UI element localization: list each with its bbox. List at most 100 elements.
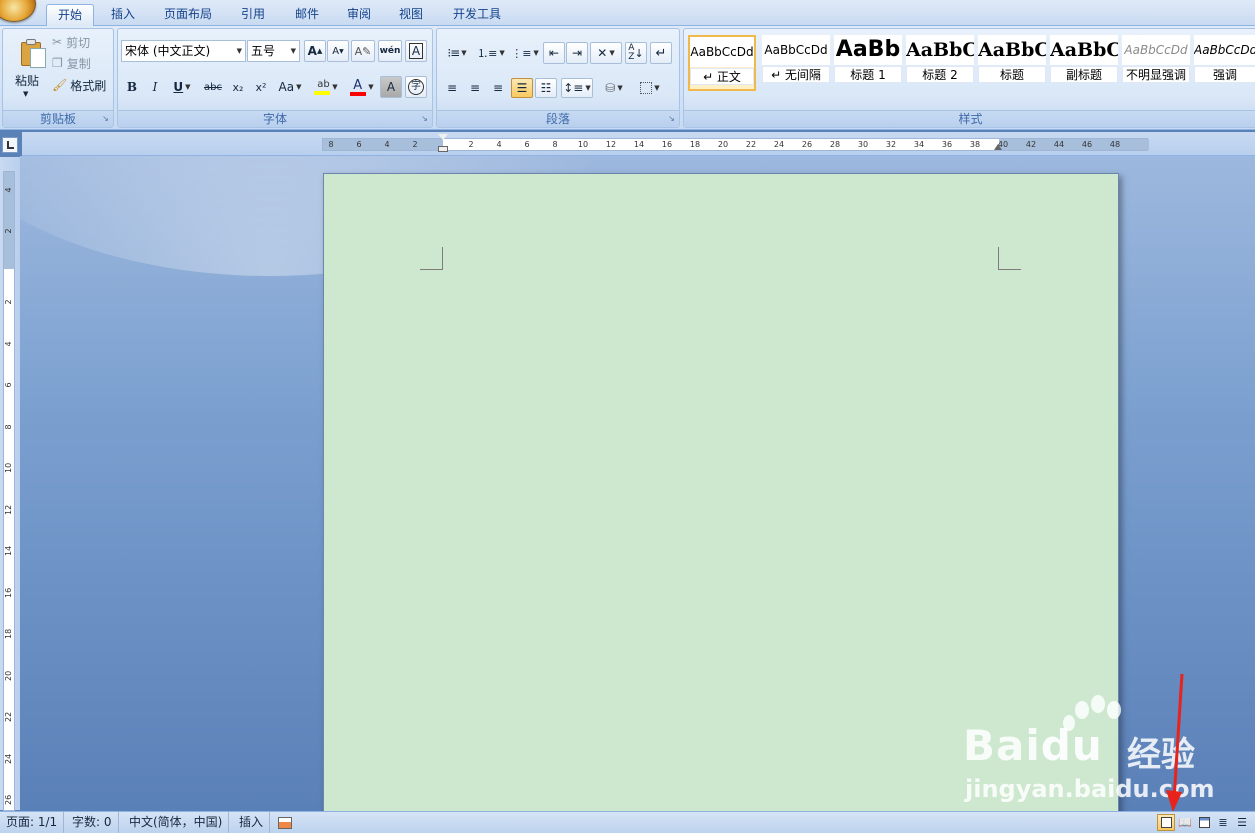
style-heading-2[interactable]: AaBbC 标题 2 — [906, 35, 974, 91]
tab-stop-selector[interactable] — [2, 137, 18, 153]
justify-button[interactable]: ☰ — [511, 78, 533, 98]
draft-view-button[interactable]: ☰ — [1233, 814, 1251, 831]
sort-button[interactable]: A Z ↓ — [625, 42, 647, 64]
ruler-tick-label: 34 — [913, 140, 925, 149]
phonetic-guide-button[interactable]: wén — [378, 40, 402, 62]
style-name: 强调 — [1194, 66, 1255, 83]
align-right-icon: ≡ — [492, 81, 504, 95]
right-indent-marker[interactable] — [994, 144, 1002, 150]
font-launcher-icon[interactable]: ↘ — [420, 115, 429, 124]
ruler-tick-label: 2 — [4, 299, 13, 305]
line-spacing-button[interactable]: ↕≡ ▼ — [561, 78, 593, 98]
paint-bucket-icon: ⛁ — [605, 81, 616, 95]
ruler-tick-label: 8 — [4, 423, 13, 430]
highlight-button[interactable]: ab ▼ — [308, 76, 344, 98]
style-sample: AaBb — [834, 35, 902, 65]
status-insert-mode[interactable]: 插入 — [233, 812, 271, 833]
change-case-button[interactable]: Aa ▼ — [274, 76, 306, 98]
indent-marker[interactable] — [438, 134, 448, 155]
increase-indent-button[interactable]: ⇥ — [566, 42, 588, 64]
align-left-button[interactable]: ≡ — [441, 78, 463, 98]
ruler-tick-label: 36 — [941, 140, 953, 149]
format-painter-button[interactable]: 🖌 格式刷 — [51, 76, 113, 94]
font-name-combo[interactable]: 宋体 (中文正文) ▼ — [121, 40, 246, 62]
paste-button[interactable]: 粘贴 ▼ — [7, 31, 49, 103]
enclose-char-button[interactable]: 字 — [405, 76, 427, 98]
style-subtle-emphasis[interactable]: AaBbCcDd 不明显强调 — [1122, 35, 1190, 91]
align-center-button[interactable]: ≡ — [464, 78, 486, 98]
char-border-button[interactable]: A — [405, 40, 427, 62]
clear-format-button[interactable]: A✎ — [351, 40, 375, 62]
style-sample: AaBbCcDd — [690, 37, 754, 67]
style-heading-1[interactable]: AaBb 标题 1 — [834, 35, 902, 91]
paragraph-launcher-icon[interactable]: ↘ — [667, 115, 676, 124]
bullets-button[interactable]: ⁝≡ ▼ — [441, 42, 473, 64]
tab-mailings[interactable]: 邮件 — [284, 4, 330, 26]
tab-home[interactable]: 开始 — [46, 4, 94, 26]
decrease-indent-button[interactable]: ⇤ — [543, 42, 565, 64]
ruler-tick-label: 14 — [4, 545, 13, 556]
copy-button[interactable]: ❐ 复制 — [51, 54, 109, 72]
style-name: ↵ 正文 — [690, 68, 754, 85]
font-color-button[interactable]: A ▼ — [346, 76, 378, 98]
superscript-button[interactable]: x² — [250, 76, 272, 98]
tab-page-layout[interactable]: 页面布局 — [154, 4, 222, 26]
style-normal[interactable]: AaBbCcDd ↵ 正文 — [688, 35, 756, 91]
ruler-strip: 4 2 2 4 6 8 10 12 14 16 18 20 22 24 26 — [3, 171, 15, 811]
underline-button[interactable]: U ▼ — [167, 76, 197, 98]
clipboard-group-label: 剪贴板 — [3, 110, 113, 127]
chinese-layout-button[interactable]: ✕ ▼ — [590, 42, 622, 64]
distributed-button[interactable]: ☷ — [535, 78, 557, 98]
char-shading-button[interactable]: A — [380, 76, 402, 98]
tab-developer[interactable]: 开发工具 — [442, 4, 512, 26]
ruler-tick-label: 32 — [885, 140, 897, 149]
ruler-tick-label: 16 — [661, 140, 673, 149]
print-layout-view-button[interactable] — [1157, 814, 1175, 831]
ruler-tick-label: 2 — [4, 228, 13, 234]
tab-view[interactable]: 视图 — [388, 4, 434, 26]
numbering-button[interactable]: ⒈≡ ▼ — [475, 42, 507, 64]
italic-button[interactable]: I — [144, 76, 166, 98]
subscript-button[interactable]: x₂ — [227, 76, 249, 98]
tab-insert[interactable]: 插入 — [100, 4, 146, 26]
web-layout-view-button[interactable] — [1195, 814, 1213, 831]
horizontal-ruler[interactable]: 8 6 4 2 2 4 6 8 10 12 14 16 18 20 22 24 26 28 30 32 34 36 38 40… — [22, 132, 1255, 156]
strikethrough-button[interactable]: abc — [200, 76, 226, 98]
bold-button[interactable]: B — [121, 76, 143, 98]
borders-button[interactable]: ▼ — [633, 78, 667, 98]
tab-review[interactable]: 审阅 — [336, 4, 382, 26]
show-marks-button[interactable]: ↵ — [650, 42, 672, 64]
print-layout-icon — [1160, 817, 1172, 828]
numbered-list-icon: ⒈≡ — [477, 47, 498, 60]
status-language[interactable]: 中文(简体，中国) — [123, 812, 230, 833]
macro-record-button[interactable] — [272, 812, 298, 833]
cut-button[interactable]: ✂ 剪切 — [51, 33, 109, 51]
align-right-button[interactable]: ≡ — [487, 78, 509, 98]
clipboard-launcher-icon[interactable]: ↘ — [101, 115, 110, 124]
style-title[interactable]: AaBbC 标题 — [978, 35, 1046, 91]
ruler-strip: 8 6 4 2 2 4 6 8 10 12 14 16 18 20 22 24 26 28 30 32 34 36 38 40… — [322, 134, 1149, 152]
margin-corner-mark — [998, 247, 1021, 270]
shading-button[interactable]: ⛁ ▼ — [597, 78, 631, 98]
status-page[interactable]: 页面: 1/1 — [0, 812, 65, 833]
ruler-tick-label: 18 — [689, 140, 701, 149]
shrink-font-button[interactable]: A ▼ — [327, 40, 349, 62]
ruler-tick-label: 12 — [4, 504, 13, 515]
style-emphasis[interactable]: AaBbCcDd 强调 — [1194, 35, 1255, 91]
grow-font-button[interactable]: A ▲ — [304, 40, 326, 62]
full-screen-reading-view-button[interactable]: 📖 — [1176, 814, 1194, 831]
ruler-tick-label: 30 — [857, 140, 869, 149]
chinese-layout-icon: ✕ — [597, 46, 608, 60]
status-word-count[interactable]: 字数: 0 — [66, 812, 119, 833]
office-button[interactable] — [0, 0, 36, 22]
style-no-spacing[interactable]: AaBbCcDd ↵ 无间隔 — [762, 35, 830, 91]
multilevel-list-button[interactable]: ⋮≡ ▼ — [509, 42, 541, 64]
paste-label: 粘贴 — [15, 74, 40, 88]
vertical-ruler[interactable]: 4 2 2 4 6 8 10 12 14 16 18 20 22 24 26 — [0, 157, 20, 811]
outline-view-button[interactable]: ≣ — [1214, 814, 1232, 831]
ruler-tick-label: 10 — [577, 140, 589, 149]
tab-references[interactable]: 引用 — [230, 4, 276, 26]
font-size-combo[interactable]: 五号 ▼ — [247, 40, 300, 62]
style-subtitle[interactable]: AaBbC 副标题 — [1050, 35, 1118, 91]
ruler-tick-label: 42 — [1025, 140, 1037, 149]
